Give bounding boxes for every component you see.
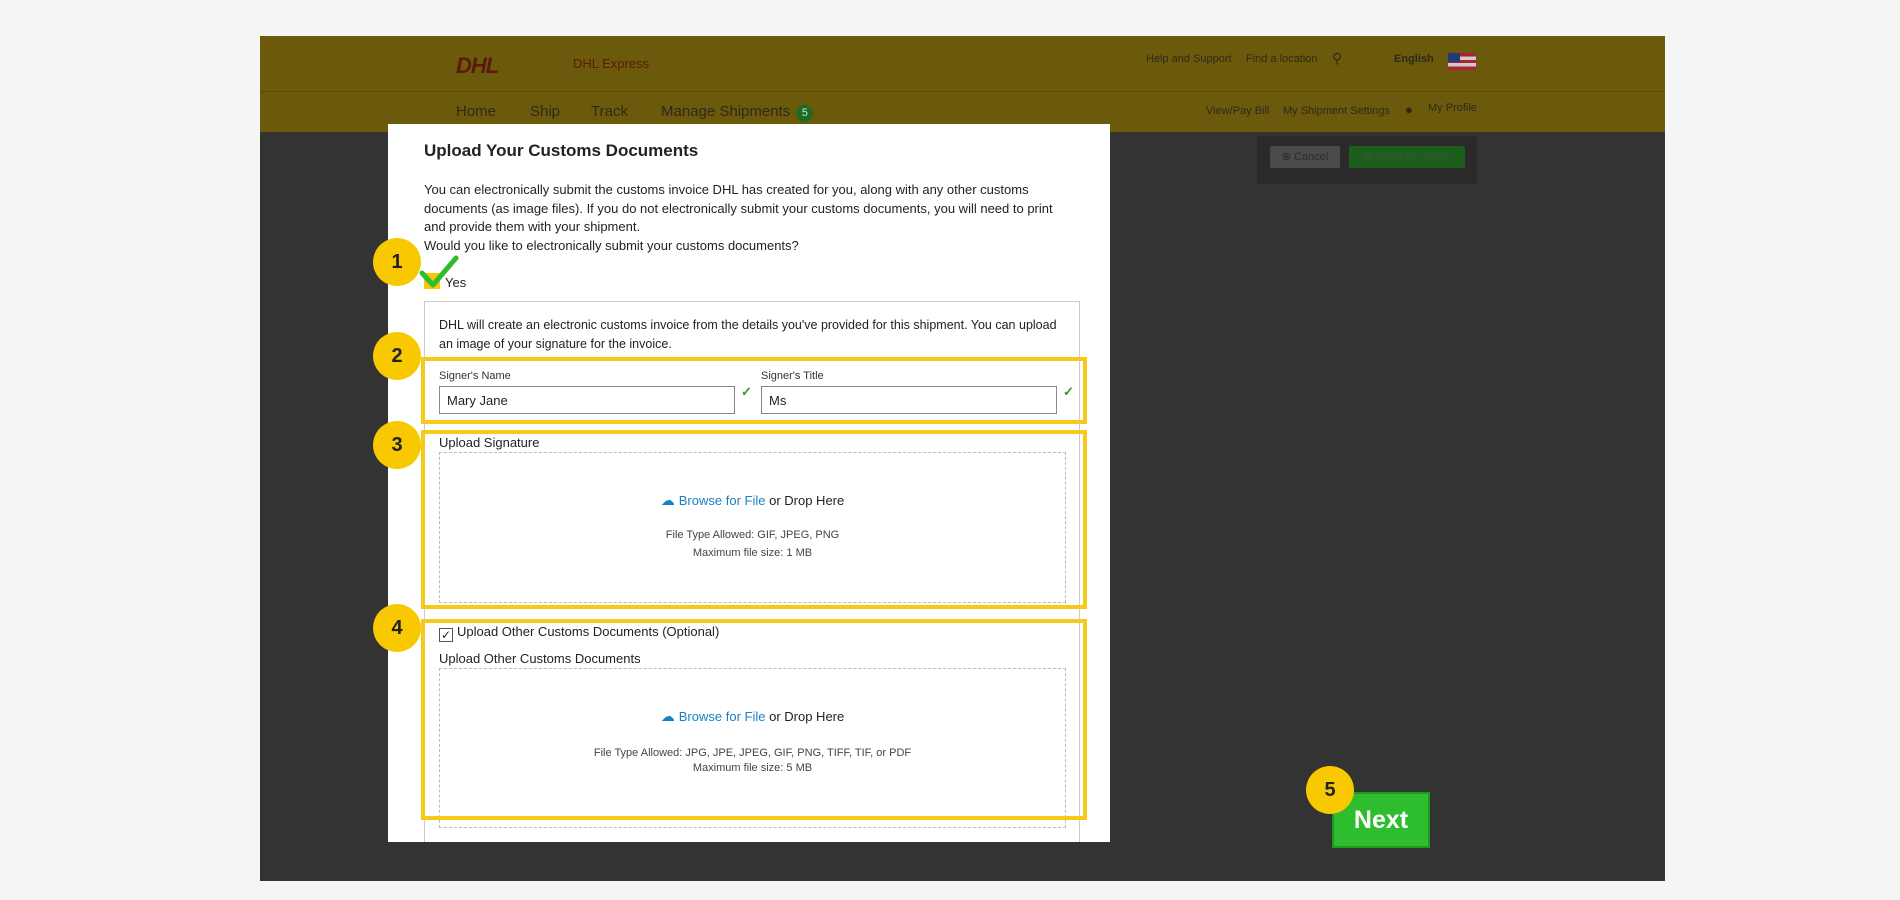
step-marker-4: 4: [373, 604, 421, 652]
view-pay-bill-link[interactable]: View/Pay Bill: [1206, 105, 1269, 117]
nav-ship[interactable]: Ship: [530, 103, 560, 120]
cancel-label: Cancel: [1294, 151, 1329, 163]
dhl-logo[interactable]: DHL: [456, 53, 499, 79]
step-marker-3: 3: [373, 421, 421, 469]
highlight-upload-other: [421, 619, 1087, 820]
actions-panel: ⊗ Cancel ▣ Save for Later: [1257, 136, 1477, 184]
invoice-info-text: DHL will create an electronic customs in…: [439, 318, 1057, 351]
save-icon: ▣: [1363, 151, 1378, 163]
shipment-settings-link[interactable]: My Shipment Settings: [1283, 105, 1390, 117]
step-marker-5: 5: [1306, 766, 1354, 814]
nav-home[interactable]: Home: [456, 103, 496, 120]
top-bar: DHL DHL Express Help and Support Find a …: [260, 36, 1665, 92]
modal-intro: You can electronically submit the custom…: [424, 181, 1074, 255]
find-location-link[interactable]: Find a location: [1246, 53, 1318, 65]
user-icon: ●: [1405, 102, 1413, 117]
submit-question: Would you like to electronically submit …: [424, 237, 799, 253]
brand-name: DHL Express: [573, 56, 650, 71]
my-profile-link[interactable]: My Profile: [1428, 102, 1477, 114]
save-for-later-button[interactable]: ▣ Save for Later: [1349, 146, 1465, 168]
highlight-upload-signature: [421, 430, 1087, 609]
nav-manage-shipments[interactable]: Manage Shipments 5: [661, 103, 814, 122]
nav-track[interactable]: Track: [591, 103, 628, 120]
step-marker-1: 1: [373, 238, 421, 286]
save-label: Save for Later: [1377, 151, 1451, 163]
help-support-link[interactable]: Help and Support: [1146, 53, 1232, 65]
nav-manage-label: Manage Shipments: [661, 103, 791, 120]
highlight-signer-fields: [421, 357, 1087, 424]
manage-count-badge: 5: [796, 105, 814, 122]
search-icon[interactable]: ⚲: [1332, 50, 1342, 67]
cancel-button[interactable]: ⊗ Cancel: [1270, 146, 1340, 168]
flag-icon[interactable]: [1448, 53, 1476, 70]
language-selector[interactable]: English: [1394, 53, 1434, 65]
modal-title: Upload Your Customs Documents: [424, 141, 699, 160]
step-marker-2: 2: [373, 332, 421, 380]
intro-text: You can electronically submit the custom…: [424, 182, 1053, 234]
cancel-icon: ⊗: [1281, 151, 1295, 163]
yes-checkmark-icon: [419, 255, 459, 288]
